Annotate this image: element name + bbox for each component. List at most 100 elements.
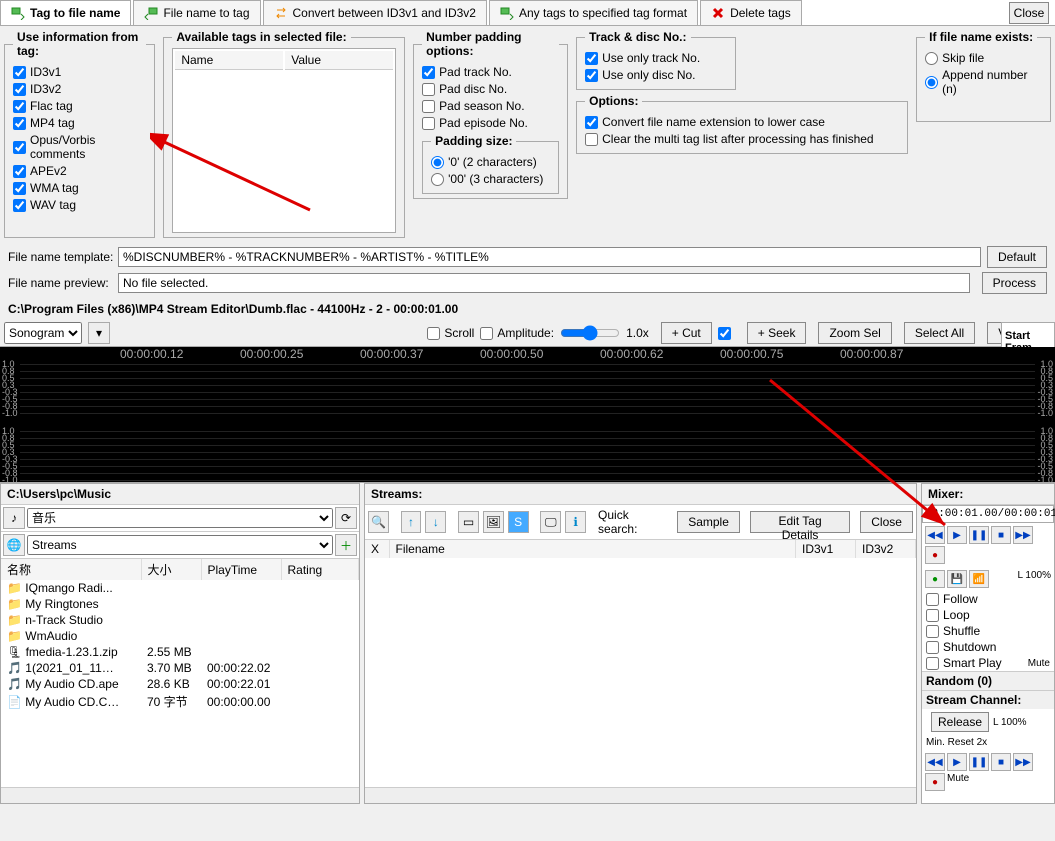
check-mp4[interactable]: MP4 tag bbox=[13, 116, 146, 130]
play-icon[interactable]: ▶ bbox=[947, 526, 967, 544]
check-id3v2[interactable]: ID3v2 bbox=[13, 82, 146, 96]
waveform-display[interactable]: 00:00:00.12 00:00:00.25 00:00:00.37 00:0… bbox=[0, 347, 1055, 482]
check-pad-track[interactable]: Pad track No. bbox=[422, 65, 559, 79]
check-wma[interactable]: WMA tag bbox=[13, 181, 146, 195]
zoom-sel-button[interactable]: Zoom Sel bbox=[818, 322, 891, 344]
save-icon[interactable]: 💾 bbox=[947, 570, 967, 588]
sc-play-icon[interactable]: ▶ bbox=[947, 753, 967, 771]
check-shutdown[interactable]: Shutdown bbox=[922, 639, 1054, 655]
streams-list[interactable]: X Filename ID3v1 ID3v2 bbox=[365, 540, 916, 787]
template-input[interactable] bbox=[118, 247, 981, 267]
check-lowercase-ext[interactable]: Convert file name extension to lower cas… bbox=[585, 115, 899, 129]
info-icon[interactable]: ℹ bbox=[565, 511, 586, 533]
view-mode-select[interactable]: Sonogram bbox=[4, 322, 82, 344]
check-vorbis[interactable]: Opus/Vorbis comments bbox=[13, 133, 146, 161]
check-loop[interactable]: Loop bbox=[922, 607, 1054, 623]
mute-label[interactable]: Mute bbox=[1028, 658, 1050, 669]
cut-button[interactable]: + Cut bbox=[661, 322, 712, 344]
rss-icon[interactable]: 📶 bbox=[969, 570, 989, 588]
sc-rec-icon[interactable]: ● bbox=[925, 773, 945, 791]
tag-file-icon bbox=[11, 6, 25, 20]
doc-icon[interactable]: ▭ bbox=[458, 511, 479, 533]
padding-size-fieldset: Padding size: '0' (2 characters) '00' (3… bbox=[422, 134, 559, 194]
check-pad-season[interactable]: Pad season No. bbox=[422, 99, 559, 113]
up-arrow-icon[interactable]: ↑ bbox=[401, 511, 422, 533]
streams-close-button[interactable]: Close bbox=[860, 511, 913, 533]
scroll-check[interactable]: Scroll bbox=[427, 326, 474, 340]
pause-icon[interactable]: ❚❚ bbox=[969, 526, 989, 544]
monitor-icon[interactable]: 🖵 bbox=[540, 511, 561, 533]
file-list[interactable]: 名称 大小 PlayTime Rating 📁 IQmango Radi...📁… bbox=[1, 559, 359, 787]
check-only-disc[interactable]: Use only disc No. bbox=[585, 68, 727, 82]
sc-mute[interactable]: Mute bbox=[947, 773, 969, 791]
check-shuffle[interactable]: Shuffle bbox=[922, 623, 1054, 639]
globe-icon[interactable]: 🌐 bbox=[3, 534, 25, 556]
check-wav[interactable]: WAV tag bbox=[13, 198, 146, 212]
music-note-icon[interactable]: ♪ bbox=[3, 507, 25, 529]
check-flac[interactable]: Flac tag bbox=[13, 99, 146, 113]
stop-icon[interactable]: ■ bbox=[991, 526, 1011, 544]
any-tag-icon bbox=[500, 6, 514, 20]
legend: Use information from tag: bbox=[13, 30, 146, 58]
table-row[interactable]: 🎵 My Audio CD.ape28.6 KB00:00:22.01 bbox=[1, 676, 359, 692]
h-scrollbar[interactable] bbox=[365, 787, 916, 803]
radio-append[interactable]: Append number (n) bbox=[925, 68, 1042, 96]
check-pad-disc[interactable]: Pad disc No. bbox=[422, 82, 559, 96]
table-row[interactable]: 📁 n-Track Studio bbox=[1, 612, 359, 628]
table-row[interactable]: 🎵 1(2021_01_11…3.70 MB00:00:22.02 bbox=[1, 660, 359, 676]
check-smartplay[interactable]: Smart PlayMute bbox=[922, 655, 1054, 671]
add-icon[interactable]: ＋ bbox=[335, 534, 357, 556]
cut-enable-check[interactable] bbox=[718, 327, 735, 340]
select-all-button[interactable]: Select All bbox=[904, 322, 975, 344]
check-clear-list[interactable]: Clear the multi tag list after processin… bbox=[585, 132, 899, 146]
tab-tag-to-file[interactable]: Tag to file name bbox=[0, 0, 131, 25]
tab-delete[interactable]: Delete tags bbox=[700, 0, 802, 25]
table-row[interactable]: 📁 IQmango Radi... bbox=[1, 580, 359, 596]
next-icon[interactable]: ▶▶ bbox=[1013, 526, 1033, 544]
tab-any-tags[interactable]: Any tags to specified tag format bbox=[489, 0, 698, 25]
h-scrollbar[interactable] bbox=[1, 787, 359, 803]
table-row[interactable]: 📁 WmAudio bbox=[1, 628, 359, 644]
wave-toolbar: Sonogram ▾ Scroll Amplitude: 1.0x + Cut … bbox=[0, 320, 1055, 347]
record-icon[interactable]: ● bbox=[925, 546, 945, 564]
radio-pad-3[interactable]: '00' (3 characters) bbox=[431, 172, 550, 186]
table-row[interactable]: 📁 My Ringtones bbox=[1, 596, 359, 612]
table-row[interactable]: 🗜 fmedia-1.23.1.zip2.55 MB bbox=[1, 644, 359, 660]
tab-convert[interactable]: Convert between ID3v1 and ID3v2 bbox=[263, 0, 487, 25]
s-icon[interactable]: S bbox=[508, 511, 529, 533]
radio-pad-2[interactable]: '0' (2 characters) bbox=[431, 155, 550, 169]
sc-stop-icon[interactable]: ■ bbox=[991, 753, 1011, 771]
main-tabs: Tag to file name File name to tag Conver… bbox=[0, 0, 1055, 26]
green-dot-icon[interactable]: ● bbox=[925, 570, 945, 588]
sample-button[interactable]: Sample bbox=[677, 511, 740, 533]
tab-file-to-tag[interactable]: File name to tag bbox=[133, 0, 260, 25]
preview-row: File name preview: Process bbox=[8, 272, 1047, 294]
streams-select[interactable]: Streams bbox=[27, 535, 333, 555]
table-row[interactable]: 📄 My Audio CD.C…70 字节00:00:00.00 bbox=[1, 692, 359, 711]
amplitude-check[interactable]: Amplitude: bbox=[480, 326, 554, 340]
check-follow[interactable]: Follow bbox=[922, 591, 1054, 607]
close-button[interactable]: Close bbox=[1009, 2, 1049, 24]
default-button[interactable]: Default bbox=[987, 246, 1047, 268]
down-arrow-icon[interactable]: ↓ bbox=[425, 511, 446, 533]
release-button[interactable]: Release bbox=[931, 712, 989, 732]
check-only-track[interactable]: Use only track No. bbox=[585, 51, 727, 65]
sc-pause-icon[interactable]: ❚❚ bbox=[969, 753, 989, 771]
sonogram-settings-icon[interactable]: ▾ bbox=[88, 322, 110, 344]
image-icon[interactable]: 🖼 bbox=[483, 511, 504, 533]
sc-prev-icon[interactable]: ◀◀ bbox=[925, 753, 945, 771]
check-pad-episode[interactable]: Pad episode No. bbox=[422, 116, 559, 130]
edit-tag-button[interactable]: Edit Tag Details bbox=[750, 511, 850, 533]
available-tags-table[interactable]: NameValue bbox=[172, 48, 396, 233]
music-folder-select[interactable]: 音乐 bbox=[27, 508, 333, 528]
prev-icon[interactable]: ◀◀ bbox=[925, 526, 945, 544]
process-button[interactable]: Process bbox=[982, 272, 1047, 294]
seek-button[interactable]: + Seek bbox=[747, 322, 807, 344]
check-apev2[interactable]: APEv2 bbox=[13, 164, 146, 178]
check-id3v1[interactable]: ID3v1 bbox=[13, 65, 146, 79]
search-icon[interactable]: 🔍 bbox=[368, 511, 389, 533]
radio-skip[interactable]: Skip file bbox=[925, 51, 1042, 65]
amplitude-slider[interactable] bbox=[560, 325, 620, 341]
refresh-icon[interactable]: ⟳ bbox=[335, 507, 357, 529]
sc-next-icon[interactable]: ▶▶ bbox=[1013, 753, 1033, 771]
